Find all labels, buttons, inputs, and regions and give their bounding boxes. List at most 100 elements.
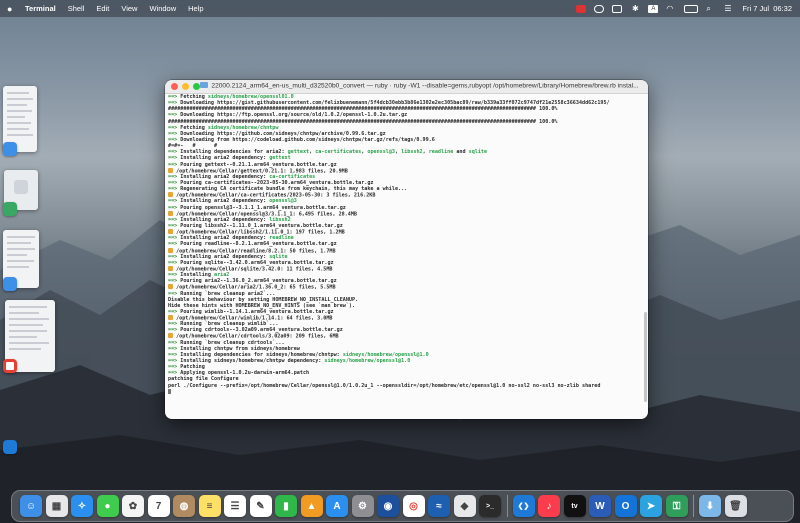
vpn-icon[interactable]: ◉ [377,495,399,517]
terminal-text: Installing sidneys/homebrew/chntpw depen… [177,358,325,365]
terminal-text: ==> [168,370,178,377]
terminal-text: Regenerating CA certificate bundle from … [177,186,408,193]
terminal-text: ==> [168,321,178,328]
dock-separator [693,495,694,517]
terminal-text: ==> [168,308,178,315]
terminal-window[interactable]: 22000.2124_arm64_en-us_multi_d32520b0_co… [165,80,648,419]
terminal-text: ==> [168,155,178,162]
menu-clock[interactable]: Fri 7 Jul 06:32 [742,4,792,13]
menu-view[interactable]: View [115,4,143,13]
terminal-text: ==> [168,179,178,186]
terminal-text: ==> [168,253,178,260]
freeform-icon[interactable]: ✎ [249,495,272,517]
terminal-icon[interactable]: >_ [479,495,501,517]
terminal-text: ==> [168,259,178,266]
terminal-text: perl ./Configure --prefix=/opt/homebrew/… [168,382,601,389]
terminal-cursor-line [168,388,642,395]
terminal-text: Downloading from https://codeload.github… [177,136,435,143]
terminal-output[interactable]: ==> Fetching sidneys/homebrew/openssl01.… [165,94,642,419]
terminal-text: ########################################… [168,118,558,125]
terminal-text: sidneys/homebrew/openssl@1.0 [324,358,411,365]
telegram-icon[interactable]: ➤ [640,495,662,517]
terminal-text: Installing dependencies for aria2: [177,149,288,156]
window-title-text: 22000.2124_arm64_en-us_multi_d32520b0_co… [211,82,639,90]
minimize-window-button[interactable] [182,83,189,90]
close-window-button[interactable] [171,83,178,90]
terminal-text: libssh2 [269,216,291,223]
outlook-icon[interactable]: O [614,495,637,517]
text-input-icon[interactable]: A [648,4,659,13]
messages-icon[interactable]: ● [96,495,119,517]
reminders-icon[interactable]: ☰ [224,495,246,517]
contacts-icon[interactable]: ◍ [173,495,195,517]
keynote-icon[interactable]: ▲ [300,495,323,517]
chrome-badge-icon [3,359,17,373]
terminal-text: Fetching [177,94,208,100]
launchpad-icon[interactable]: ▦ [45,495,68,517]
bluetooth-icon[interactable]: ✱ [630,4,640,13]
terminal-text: Downloading https://github.com/sidneys/c… [177,130,386,137]
surfshark-icon[interactable]: ≈ [428,495,450,517]
terminal-text: Hide these hints with HOMEBREW_NO_ENV_HI… [168,302,356,309]
terminal-text: patching file Configure [168,376,239,383]
terminal-text: sidneys/homebrew/openssl01.0 [207,94,294,100]
vscode-badge-icon [3,440,17,454]
terminal-text: Installing dependencies for sidneys/home… [177,351,343,358]
window-titlebar[interactable]: 22000.2124_arm64_en-us_multi_d32520b0_co… [165,80,648,94]
calendar-icon[interactable]: 7 [147,495,170,517]
terminal-text: Installing aria2 dependency: [177,198,270,205]
menu-shell[interactable]: Shell [62,4,91,13]
record-icon[interactable] [576,4,587,13]
terminal-text: and [453,149,469,156]
finder-icon[interactable]: ☺ [20,495,42,517]
terminal-text: ==> [168,339,178,346]
terminal-text: Pouring aria2--1.36.0_2.arm64_ventura.bo… [177,278,337,285]
terminal-text: sqlite [468,149,488,156]
apple-menu-icon[interactable]: ● [7,4,19,14]
terminal-text: Downloading https://gist.githubuserconte… [177,100,610,107]
menu-edit[interactable]: Edit [90,4,115,13]
terminal-text: openssl@3 [269,198,297,205]
vpn-status-icon[interactable] [594,4,605,13]
search-icon[interactable]: ⌕ [706,4,716,13]
terminal-text: Installing aria2 dependency: [177,235,270,242]
notes-icon[interactable]: ≡ [198,495,221,517]
terminal-text: ==> [168,272,178,279]
terminal-text: Downloading https://ftp.openssl.org/sour… [177,112,408,119]
terminal-text: sidneys/homebrew/openssl@1.0 [342,351,429,358]
menu-window[interactable]: Window [143,4,182,13]
github-icon[interactable]: ◆ [453,495,476,517]
vscode-icon[interactable]: ❮❯ [512,495,535,517]
control-center-icon[interactable]: ☰ [724,4,734,13]
dock-separator [506,495,508,517]
terminal-text: ==> [168,94,178,100]
terminal-text: Pouring sqlite--3.42.0.arm64_ventura.bot… [177,259,334,266]
downloads-folder-icon[interactable]: ⬇ [699,495,721,517]
chrome-icon[interactable]: ◎ [402,495,425,517]
terminal-text: Pouring libssh2--1.11.0_1.arm64_ventura.… [177,222,343,229]
wifi-icon[interactable]: ◠ [666,4,676,13]
word-icon[interactable]: W [589,495,611,517]
terminal-text: ==> [168,204,178,211]
system-settings-icon[interactable]: ⚙ [351,495,374,517]
numbers-icon[interactable]: ▮ [275,495,297,517]
safari-icon[interactable]: ✧ [71,495,93,517]
music-icon[interactable]: ♪ [538,495,560,517]
vertical-scrollbar[interactable] [644,312,647,402]
terminal-text: Running `brew cleanup aria2`... [177,290,276,297]
menu-app-name[interactable]: Terminal [19,4,62,13]
menu-help[interactable]: Help [182,4,209,13]
battery-icon[interactable] [684,4,699,13]
terminal-text: readline [269,235,294,242]
menu-extra-icon[interactable] [612,4,623,13]
finder-badge-icon [3,142,17,156]
trash-icon[interactable]: 🗑 [724,495,747,517]
terminal-text: Installing aria2 dependency: [177,253,270,260]
photos-icon[interactable]: ✿ [122,495,144,517]
terminal-text: Pouring wimlib--1.14.1.arm64_ventura.bot… [177,308,334,315]
authenticator-icon[interactable]: ⚿ [665,495,688,517]
terminal-text: ==> [168,124,178,131]
apple-tv-icon[interactable]: tv [563,495,586,517]
app-store-icon[interactable]: A [326,495,348,517]
terminal-text: ==> [168,364,178,371]
